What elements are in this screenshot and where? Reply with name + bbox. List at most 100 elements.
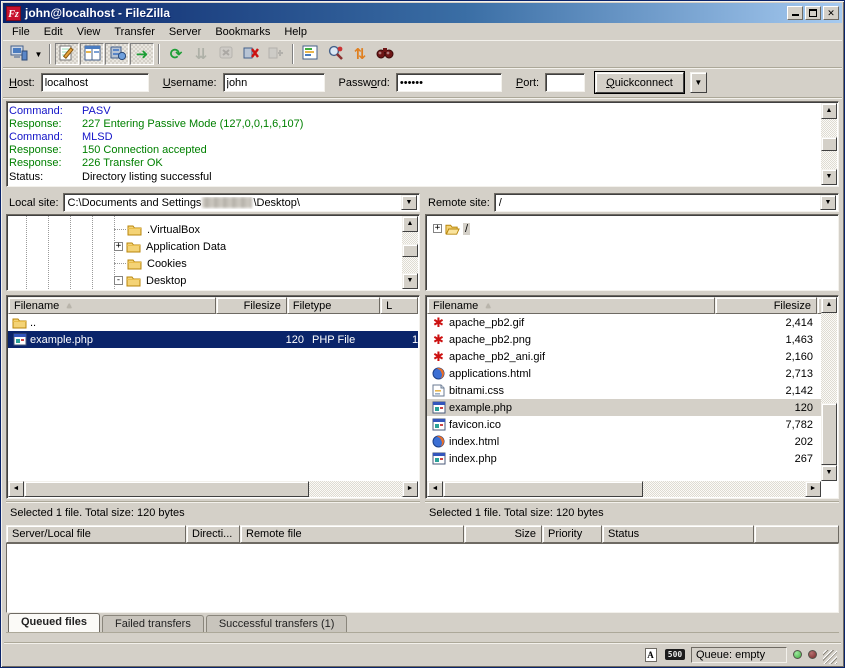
menu-file[interactable]: File [5, 24, 37, 40]
vscroll-thumb[interactable] [821, 403, 837, 465]
local-directory-tree[interactable]: .VirtualBox+Application DataCookies-Desk… [6, 214, 420, 291]
log-line: Response:227 Entering Passive Mode (127,… [9, 117, 820, 130]
site-manager-button[interactable] [7, 43, 31, 65]
column-header-filesize[interactable]: Filesize [715, 297, 817, 314]
file-row-apache-pb2-png[interactable]: ✱apache_pb2.png1,463 [427, 331, 821, 348]
scroll-right-icon[interactable]: ► [402, 481, 418, 497]
file-row--[interactable]: .. [8, 314, 418, 331]
column-header-filetype[interactable]: Filetype [287, 297, 380, 314]
datatype-indicator-icon[interactable]: A [642, 647, 659, 663]
column-header-filename[interactable]: Filename▲ [427, 297, 715, 314]
log-scroll-thumb[interactable] [821, 137, 837, 151]
resize-grip[interactable] [823, 650, 837, 664]
menu-transfer[interactable]: Transfer [107, 24, 162, 40]
maximize-button[interactable] [805, 6, 821, 20]
close-button[interactable]: ✕ [823, 6, 839, 20]
hscroll-thumb[interactable] [443, 481, 643, 497]
scroll-left-icon[interactable]: ◄ [8, 481, 24, 497]
column-header-size[interactable]: Size [464, 525, 542, 543]
column-header-filesize[interactable]: Filesize [216, 297, 287, 314]
scroll-left-icon[interactable]: ◄ [427, 481, 443, 497]
speed-limit-icon[interactable]: 500 [665, 649, 685, 660]
remote-directory-tree[interactable]: +/ [425, 214, 839, 291]
tree-item-cookies[interactable]: Cookies [8, 255, 418, 272]
column-header-priority[interactable]: Priority [542, 525, 602, 543]
menu-help[interactable]: Help [277, 24, 314, 40]
column-header-directi-[interactable]: Directi... [186, 525, 240, 543]
quickconnect-button[interactable]: Quickconnect [595, 72, 684, 93]
file-row-index-php[interactable]: index.php267 [427, 450, 821, 467]
reconnect-button[interactable] [264, 43, 288, 65]
local-list-hscrollbar[interactable]: ◄ ► [8, 481, 418, 497]
password-input[interactable] [396, 73, 502, 92]
minimize-button[interactable] [787, 6, 803, 20]
file-row-apache-pb2-ani-gif[interactable]: ✱apache_pb2_ani.gif2,160 [427, 348, 821, 365]
queue-list-area[interactable] [6, 543, 839, 613]
tab-queued-files[interactable]: Queued files [8, 613, 100, 632]
synchronized-browsing-button[interactable]: ⇅ [348, 43, 372, 65]
site-manager-dropdown-button[interactable]: ▼ [32, 43, 45, 65]
scroll-down-icon[interactable]: ▼ [402, 273, 418, 289]
local-tree-scrollbar[interactable]: ▲ ▼ [402, 216, 418, 289]
cancel-operation-button[interactable] [214, 43, 238, 65]
tree-item-application-data[interactable]: +Application Data [8, 238, 418, 255]
menu-bookmarks[interactable]: Bookmarks [208, 24, 277, 40]
collapse-icon[interactable]: - [114, 276, 123, 285]
combo-dropdown-icon[interactable]: ▼ [820, 195, 836, 210]
port-input[interactable] [545, 73, 585, 92]
hscroll-thumb[interactable] [24, 481, 309, 497]
scroll-down-icon[interactable]: ▼ [821, 169, 837, 185]
file-row-index-html[interactable]: index.html202 [427, 433, 821, 450]
find-files-button[interactable] [373, 43, 397, 65]
disconnect-button[interactable] [239, 43, 263, 65]
toggle-transfer-queue-button[interactable]: ➜ [130, 43, 154, 65]
file-row-bitnami-css[interactable]: bitnami.css2,142 [427, 382, 821, 399]
toggle-message-log-button[interactable] [55, 43, 79, 65]
directory-comparison-button[interactable] [323, 43, 347, 65]
log-scrollbar[interactable]: ▲ ▼ [821, 103, 837, 185]
toggle-local-tree-button[interactable] [80, 43, 104, 65]
remote-list-hscrollbar[interactable]: ◄ ► [427, 481, 821, 497]
tree-item-desktop[interactable]: -Desktop [8, 272, 418, 289]
log-line-type: Response: [9, 157, 82, 169]
tree-item-root[interactable]: +/ [427, 220, 837, 237]
local-file-list[interactable]: Filename▲FilesizeFiletypeL ..example.php… [6, 295, 420, 499]
tab-failed-transfers[interactable]: Failed transfers [102, 615, 204, 632]
menu-edit[interactable]: Edit [37, 24, 70, 40]
tab-successful-transfers-1-[interactable]: Successful transfers (1) [206, 615, 348, 632]
file-row-apache-pb2-gif[interactable]: ✱apache_pb2.gif2,414 [427, 314, 821, 331]
menu-server[interactable]: Server [162, 24, 208, 40]
file-row-applications-html[interactable]: applications.html2,713 [427, 365, 821, 382]
host-input[interactable] [41, 73, 149, 92]
tree-item--virtualbox[interactable]: .VirtualBox [8, 221, 418, 238]
toggle-remote-tree-button[interactable] [105, 43, 129, 65]
title-bar[interactable]: Fz john@localhost - FileZilla ✕ [3, 3, 842, 23]
expand-icon[interactable]: + [433, 224, 442, 233]
scroll-up-icon[interactable]: ▲ [821, 297, 837, 313]
process-queue-button[interactable]: ⇊ [189, 43, 213, 65]
column-header-remote-file[interactable]: Remote file [240, 525, 464, 543]
expand-icon[interactable]: + [114, 242, 123, 251]
scroll-down-icon[interactable]: ▼ [821, 465, 837, 481]
scroll-up-icon[interactable]: ▲ [821, 103, 837, 119]
scroll-up-icon[interactable]: ▲ [402, 216, 418, 232]
file-row-example-php[interactable]: example.php120PHP File1 [8, 331, 418, 348]
tree-scroll-thumb[interactable] [402, 244, 418, 257]
column-header-l[interactable]: L [380, 297, 418, 314]
scroll-right-icon[interactable]: ► [805, 481, 821, 497]
file-row-favicon-ico[interactable]: favicon.ico7,782 [427, 416, 821, 433]
refresh-button[interactable]: ⟳ [164, 43, 188, 65]
quickconnect-dropdown[interactable]: ▼ [690, 72, 707, 93]
menu-view[interactable]: View [70, 24, 108, 40]
local-site-combo[interactable]: C:\Documents and Settings\Desktop\ ▼ [63, 193, 420, 212]
combo-dropdown-icon[interactable]: ▼ [401, 195, 417, 210]
column-header-status[interactable]: Status [602, 525, 754, 543]
username-input[interactable] [223, 73, 325, 92]
remote-site-combo[interactable]: / ▼ [494, 193, 839, 212]
filename-filters-button[interactable] [298, 43, 322, 65]
column-header-filename[interactable]: Filename▲ [8, 297, 216, 314]
remote-list-vscrollbar[interactable]: ▲ ▼ [821, 297, 837, 481]
remote-file-list[interactable]: Filename▲Filesize ✱apache_pb2.gif2,414✱a… [425, 295, 839, 499]
file-row-example-php[interactable]: example.php120 [427, 399, 821, 416]
column-header-server-local-file[interactable]: Server/Local file [6, 525, 186, 543]
